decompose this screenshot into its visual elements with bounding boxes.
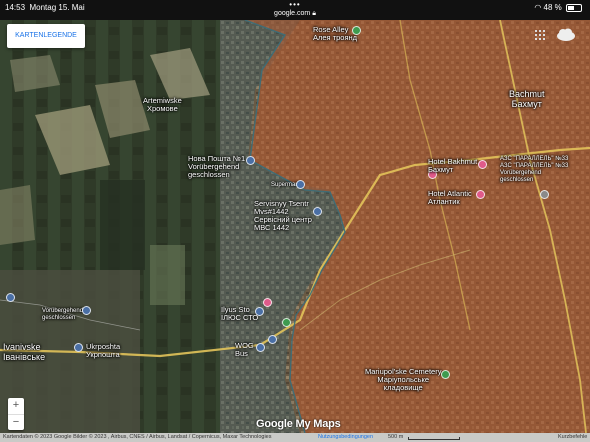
place-azs-parallel[interactable]: АЗС "ПАРАЛЛЕЛЬ" №33 АЗС "ПАРАЛЛЕЛЬ" №33 Vo… <box>500 156 568 184</box>
attribution-text: Kartendaten © 2023 Google Bilder © 2023 … <box>3 434 272 440</box>
place-ukrposhta[interactable]: Ukrposhta Укрпошта <box>86 343 120 359</box>
grid-icon[interactable] <box>535 30 545 40</box>
place-ilyus-sto[interactable]: Ilyus Sto ІЛЮС СТО <box>221 306 258 322</box>
terms-link[interactable]: Nutzungsbedingungen <box>318 433 373 442</box>
status-bar: 14:53 Montag 15. Mai ••• google.com 🔒︎ ◠… <box>0 0 590 20</box>
place-artemiwske[interactable]: Artemiwske Хромове <box>143 97 182 113</box>
service-pin-icon[interactable] <box>313 207 322 216</box>
repair-pin-icon[interactable] <box>255 307 264 316</box>
scale-bar <box>408 437 460 440</box>
place-mariupolske-cemetery[interactable]: Mariupol'ske Cemetery Маріупольське кладов… <box>365 368 441 392</box>
pin-icon[interactable] <box>263 298 272 307</box>
cloud-icon[interactable] <box>556 28 576 42</box>
field-patch <box>0 185 35 245</box>
status-right: ◠ 48 % <box>534 3 582 12</box>
tab-dots[interactable]: ••• <box>0 0 590 9</box>
shop-pin-icon[interactable] <box>296 180 305 189</box>
fuel-pin-icon[interactable] <box>540 190 549 199</box>
post-pin-icon[interactable] <box>74 343 83 352</box>
battery-icon <box>566 3 582 12</box>
hotel-pin-icon[interactable] <box>478 160 487 169</box>
park-pin-icon[interactable] <box>352 26 361 35</box>
shop-pin-icon[interactable] <box>82 306 91 315</box>
attribution-bar: Kartendaten © 2023 Google Bilder © 2023 … <box>0 433 590 442</box>
place-bachmut[interactable]: Bachmut Бахмут <box>509 89 545 109</box>
place-temporarily-closed[interactable]: Vorübergehend geschlossen <box>42 308 83 322</box>
post-pin-icon[interactable] <box>246 156 255 165</box>
place-hotel-atlantic[interactable]: Hotel Atlantic Атлантик <box>428 190 472 206</box>
place-hotel-bakhmut[interactable]: Hotel Bakhmut Бахмут <box>428 158 477 174</box>
place-wog[interactable]: WOG Bus <box>235 342 254 358</box>
battery-percent: 48 % <box>543 3 562 12</box>
minus-icon[interactable]: − <box>8 414 24 431</box>
shortcuts-link[interactable]: Kurzbefehle <box>558 433 587 442</box>
plus-icon[interactable]: + <box>8 398 24 414</box>
fuel-pin-icon[interactable] <box>282 318 291 327</box>
place-ivanivske[interactable]: Ivanivske Іванівське <box>3 342 45 362</box>
place-servisnyy-tsentr[interactable]: Servisnyy Tsentr Mvs#1442 Сервісний центр М… <box>254 200 312 232</box>
map-legend-button[interactable]: KARTENLEGENDE <box>7 24 85 48</box>
field-patch <box>100 180 145 270</box>
place-nova-poshta[interactable]: Нова Пошта №1 Vorübergehend geschlossen <box>188 155 245 179</box>
bus-pin-icon[interactable] <box>256 343 265 352</box>
lock-icon: 🔒︎ <box>312 10 316 17</box>
zoom-controls: + − <box>8 398 24 430</box>
google-my-maps-logo: Google My Maps <box>256 418 341 430</box>
cemetery-pin-icon[interactable] <box>441 370 450 379</box>
field-patch <box>150 245 185 305</box>
url-label[interactable]: google.com 🔒︎ <box>0 10 590 18</box>
hotel-pin-icon[interactable] <box>476 190 485 199</box>
place-rose-alley[interactable]: Rose Alley Алея троянд <box>313 26 357 42</box>
building-pin-icon[interactable] <box>6 293 15 302</box>
pin-icon[interactable] <box>268 335 277 344</box>
scale-label: 500 m <box>388 434 404 440</box>
wifi-icon: ◠ <box>534 3 542 12</box>
